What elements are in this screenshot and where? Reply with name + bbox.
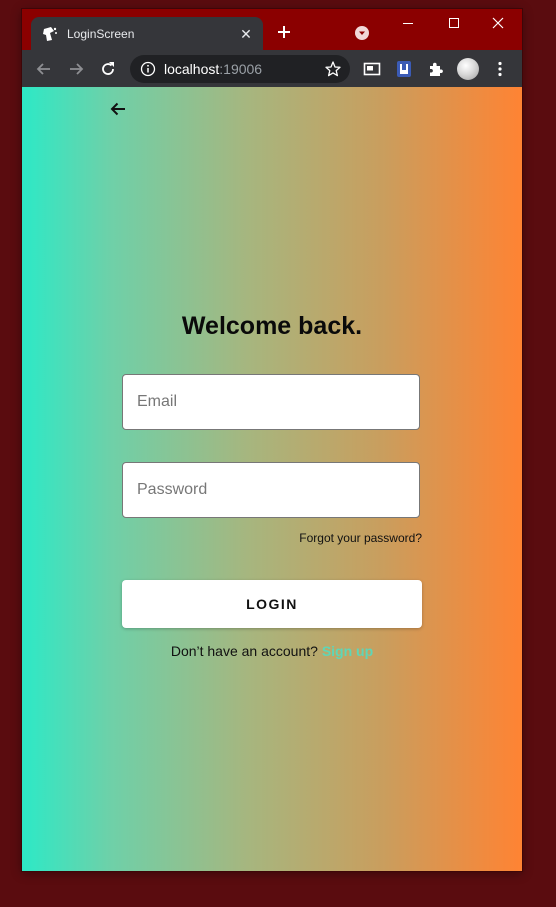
back-nav-icon[interactable] <box>34 59 54 79</box>
login-screen: Welcome back. Forgot your password? LOGI… <box>22 87 522 871</box>
title-bar: LoginScreen ✕ <box>22 9 522 51</box>
url-port: :19006 <box>219 61 263 77</box>
email-field[interactable] <box>122 374 420 430</box>
extensions-puzzle-icon[interactable] <box>426 59 446 79</box>
reload-icon[interactable] <box>98 59 118 79</box>
page-title: Welcome back. <box>181 312 363 340</box>
browser-toolbar: localhost:19006 <box>22 50 522 87</box>
reading-list-extension-icon[interactable] <box>394 59 414 79</box>
forward-nav-icon[interactable] <box>66 59 86 79</box>
info-icon[interactable] <box>140 61 156 77</box>
password-field[interactable] <box>122 462 420 518</box>
tab-title: LoginScreen <box>67 27 135 41</box>
expo-favicon-icon <box>43 27 57 41</box>
back-arrow-icon[interactable] <box>108 99 128 119</box>
minimize-icon[interactable] <box>385 9 431 39</box>
tab-active[interactable]: LoginScreen ✕ <box>31 17 263 51</box>
tab-search-icon[interactable] <box>355 26 369 40</box>
forgot-password-link[interactable]: Forgot your password? <box>299 531 422 545</box>
picture-in-picture-icon[interactable] <box>362 59 382 79</box>
window-close-icon[interactable] <box>476 9 522 39</box>
url-text: localhost:19006 <box>164 61 262 77</box>
tab-close-icon[interactable]: ✕ <box>237 25 255 43</box>
address-bar[interactable]: localhost:19006 <box>130 55 350 83</box>
profile-avatar[interactable] <box>457 58 479 80</box>
menu-kebab-icon[interactable] <box>490 59 510 79</box>
maximize-icon[interactable] <box>431 9 477 39</box>
browser-window: LoginScreen ✕ localhost:19006 Welcome ba… <box>22 9 522 871</box>
url-host: localhost <box>164 61 220 77</box>
signup-prompt-text: Don’t have an account? <box>170 643 322 659</box>
signup-link[interactable]: Sign up <box>322 643 373 659</box>
bookmark-star-icon[interactable] <box>324 60 342 78</box>
new-tab-icon[interactable] <box>274 22 294 42</box>
login-button[interactable]: LOGIN <box>122 580 422 628</box>
signup-prompt: Don’t have an account? Sign up <box>22 643 522 659</box>
